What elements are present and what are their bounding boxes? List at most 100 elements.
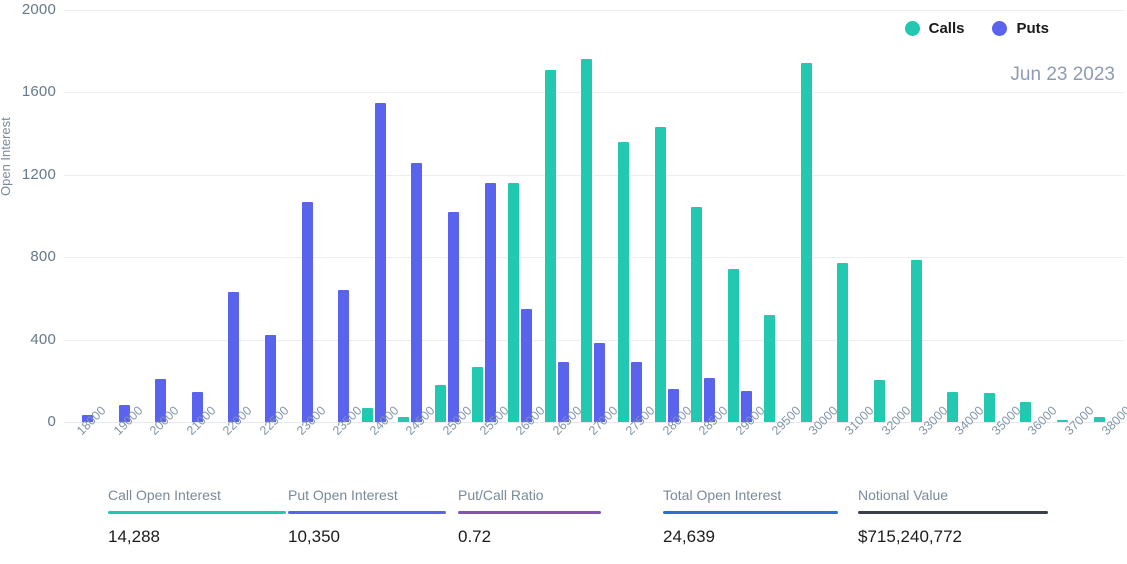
bar-group[interactable] xyxy=(686,10,723,422)
bar-puts-25000[interactable] xyxy=(447,211,459,422)
bar-group[interactable] xyxy=(357,10,394,422)
bar-group[interactable] xyxy=(650,10,687,422)
bar-calls-35000[interactable] xyxy=(983,393,995,422)
bar-group[interactable] xyxy=(320,10,357,422)
bar-calls-38000[interactable] xyxy=(1093,416,1105,422)
bar-group[interactable] xyxy=(869,10,906,422)
bar-calls-30000[interactable] xyxy=(800,62,812,422)
x-axis-tick: 25000 xyxy=(430,403,474,484)
legend-item-puts[interactable]: Puts xyxy=(992,20,1049,37)
stat-value: 10,350 xyxy=(288,526,340,546)
x-axis-tick: 21000 xyxy=(174,403,218,484)
bar-group[interactable] xyxy=(137,10,174,422)
bar-calls-29000[interactable] xyxy=(727,268,739,422)
bar-calls-28000[interactable] xyxy=(654,127,666,422)
stat-underline xyxy=(458,511,601,514)
x-axis-tick: 26500 xyxy=(540,403,584,484)
bar-group[interactable] xyxy=(393,10,430,422)
bar-calls-25000[interactable] xyxy=(434,384,446,422)
x-axis-tick: 25500 xyxy=(467,403,511,484)
stat-label: Put Open Interest xyxy=(288,487,398,503)
bar-puts-24000[interactable] xyxy=(374,102,386,422)
stat-label: Put/Call Ratio xyxy=(458,487,544,503)
stat-underline xyxy=(663,511,838,514)
bar-calls-26000[interactable] xyxy=(508,183,520,422)
legend-item-calls[interactable]: Calls xyxy=(904,20,964,37)
summary-stats: Call Open Interest 14,288 Put Open Interes… xyxy=(0,487,1127,564)
bar-group[interactable] xyxy=(467,10,504,422)
bar-calls-27000[interactable] xyxy=(581,59,593,422)
x-axis-tick: 20000 xyxy=(137,403,181,484)
legend-label-puts: Puts xyxy=(1016,20,1049,37)
bar-group[interactable] xyxy=(942,10,979,422)
x-axis-tick: 33000 xyxy=(906,403,950,484)
bar-group[interactable] xyxy=(759,10,796,422)
bar-calls-32000[interactable] xyxy=(874,379,886,422)
x-axis-tick: 23000 xyxy=(284,403,328,484)
bar-puts-22000[interactable] xyxy=(228,292,240,422)
y-axis-tick-label: 2000 xyxy=(21,1,56,18)
bar-group[interactable] xyxy=(723,10,760,422)
bar-puts-23000[interactable] xyxy=(301,201,313,422)
bar-puts-23500[interactable] xyxy=(338,290,350,422)
stat-label: Notional Value xyxy=(858,487,949,503)
plot-area: 0 400 800 1200 1600 2000 xyxy=(22,1,1125,430)
x-axis-tick: 37000 xyxy=(1052,403,1096,484)
x-axis-tick: 29500 xyxy=(759,403,803,484)
stat-value: 14,288 xyxy=(108,526,160,546)
bar-group[interactable] xyxy=(174,10,211,422)
y-axis-title: Open Interest xyxy=(0,117,13,196)
x-axis-tick: 34000 xyxy=(942,403,986,484)
bar-group[interactable] xyxy=(210,10,247,422)
open-interest-dashboard: Open Interest 0 400 800 1200 1600 2000 18000 1… xyxy=(0,0,1127,564)
bar-puts-24500[interactable] xyxy=(411,163,423,422)
bar-calls-24500[interactable] xyxy=(398,416,410,422)
x-axis-tick: 27500 xyxy=(613,403,657,484)
x-axis-tick: 23500 xyxy=(320,403,364,484)
bar-group[interactable] xyxy=(503,10,540,422)
bar-group-container xyxy=(64,10,1125,422)
bar-group[interactable] xyxy=(540,10,577,422)
x-axis-tick: 36000 xyxy=(1015,403,1059,484)
y-axis-tick-label: 800 xyxy=(30,248,56,266)
bar-group[interactable] xyxy=(832,10,869,422)
bar-calls-28500[interactable] xyxy=(691,206,703,422)
bar-puts-25500[interactable] xyxy=(484,183,496,422)
stat-underline xyxy=(858,511,1048,514)
bar-group[interactable] xyxy=(613,10,650,422)
bar-group[interactable] xyxy=(101,10,138,422)
bar-group[interactable] xyxy=(906,10,943,422)
bar-group[interactable] xyxy=(247,10,284,422)
bar-group[interactable] xyxy=(430,10,467,422)
x-axis-tick: 24000 xyxy=(357,403,401,484)
bar-calls-24000[interactable] xyxy=(361,407,373,422)
x-axis-tick: 29000 xyxy=(723,403,767,484)
bar-group[interactable] xyxy=(284,10,321,422)
x-axis-tick: 24500 xyxy=(393,403,437,484)
x-axis-tick: 22000 xyxy=(210,403,254,484)
chart-date-label: Jun 23 2023 xyxy=(1010,64,1115,85)
bar-calls-33000[interactable] xyxy=(910,260,922,422)
bar-group[interactable] xyxy=(64,10,101,422)
x-axis-tick: 30000 xyxy=(796,403,840,484)
x-axis-ticks: 18000 19000 20000 21000 22000 22500 23000 23500… xyxy=(64,403,1127,484)
bar-puts-26000[interactable] xyxy=(521,308,533,422)
stat-card: Put Open Interest 10,350 xyxy=(288,487,446,547)
x-axis-tick: 28000 xyxy=(650,403,694,484)
stat-underline xyxy=(288,511,446,514)
stat-value: 0.72 xyxy=(458,526,492,546)
circle-icon xyxy=(992,21,1008,36)
bar-calls-34000[interactable] xyxy=(947,392,959,422)
bar-calls-26500[interactable] xyxy=(544,69,556,422)
bar-calls-27500[interactable] xyxy=(617,141,629,422)
stat-label: Total Open Interest xyxy=(663,487,782,503)
bar-group[interactable] xyxy=(576,10,613,422)
x-axis-tick: 19000 xyxy=(101,403,145,484)
y-axis-tick-label: 0 xyxy=(47,413,56,430)
y-axis-tick-label: 1600 xyxy=(21,83,56,101)
chart-legend: Calls Puts xyxy=(904,20,1049,37)
stat-card: Call Open Interest 14,288 xyxy=(108,487,286,547)
bar-calls-31000[interactable] xyxy=(837,263,849,422)
bar-group[interactable] xyxy=(796,10,833,422)
bar-calls-29500[interactable] xyxy=(764,314,776,422)
